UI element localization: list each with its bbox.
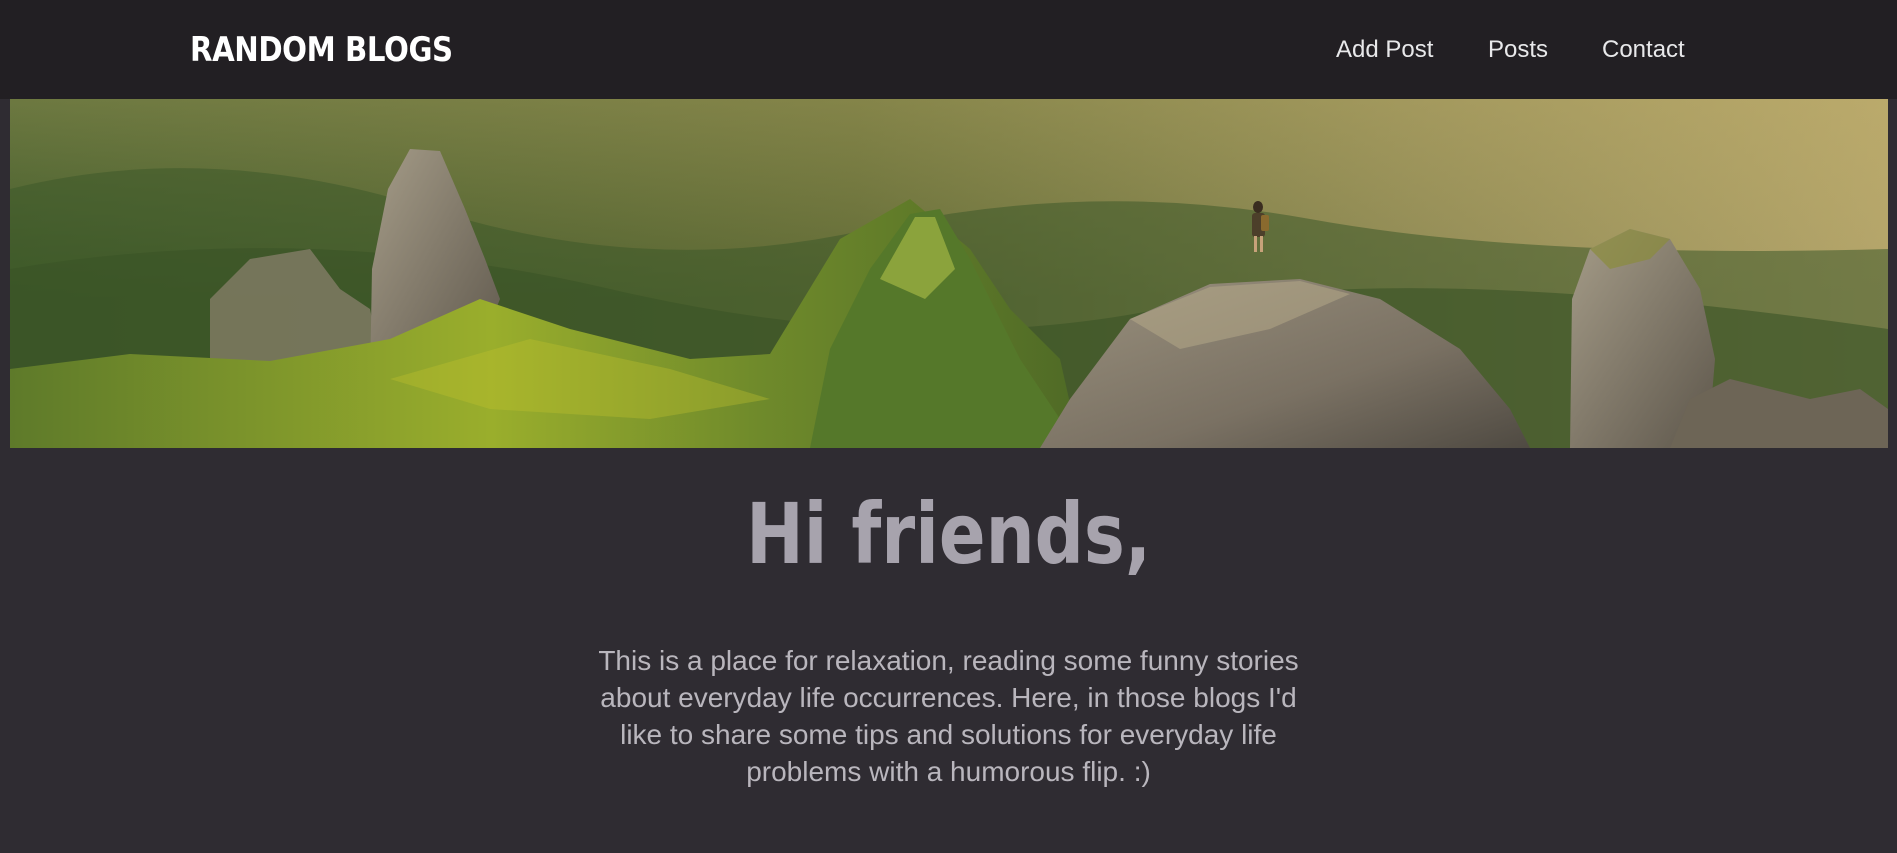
nav-link-add-post[interactable]: Add Post — [1336, 30, 1433, 70]
navbar: RANDOM BLOGS Add Post Posts Contact — [0, 0, 1897, 99]
main-nav: Add Post Posts Contact — [1300, 30, 1720, 70]
nav-link-contact[interactable]: Contact — [1602, 30, 1685, 70]
nav-link-posts[interactable]: Posts — [1488, 30, 1548, 70]
hero-banner-image — [10, 99, 1888, 448]
site-brand-logo[interactable]: RANDOM BLOGS — [190, 26, 453, 74]
greeting-headline: Hi friends, — [746, 485, 1152, 583]
hero-landscape-illustration — [10, 99, 1888, 448]
intro-paragraph: This is a place for relaxation, reading … — [598, 645, 1299, 787]
